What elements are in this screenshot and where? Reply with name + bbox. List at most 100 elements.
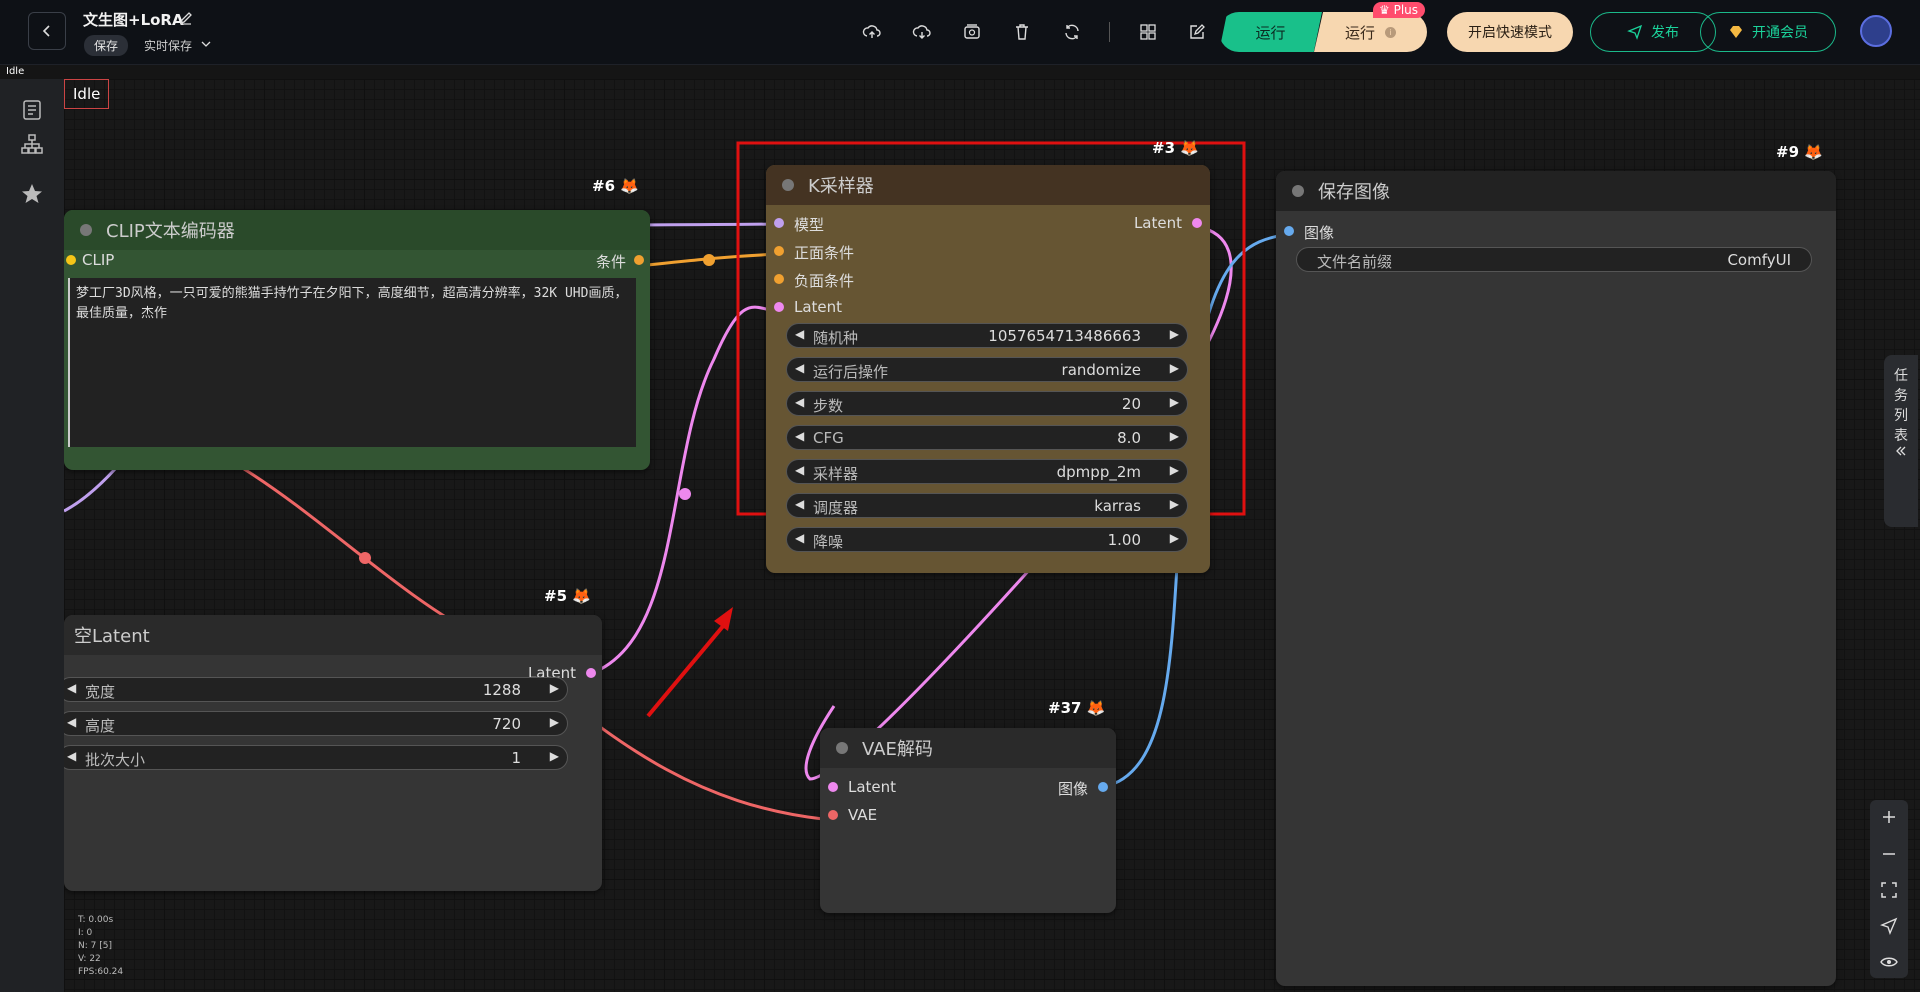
zoom-in-icon[interactable]: [1880, 808, 1898, 826]
navigate-icon[interactable]: [1880, 917, 1898, 935]
decrement-arrow-icon[interactable]: ◀: [795, 327, 804, 341]
node-title-text: CLIP文本编码器: [106, 221, 235, 242]
download-cloud-icon[interactable]: [912, 22, 932, 42]
decrement-arrow-icon[interactable]: ◀: [795, 429, 804, 443]
decrement-arrow-icon[interactable]: ◀: [67, 681, 76, 695]
widget-row[interactable]: ◀ 高度 720 ▶: [64, 711, 568, 736]
edit-note-icon[interactable]: [1187, 22, 1207, 42]
increment-arrow-icon[interactable]: ▶: [1170, 429, 1179, 443]
slot-pin[interactable]: [774, 302, 784, 312]
input-slot-model[interactable]: 模型: [774, 214, 824, 235]
output-slot-latent[interactable]: Latent: [1134, 214, 1202, 232]
node-title-clip[interactable]: CLIP文本编码器: [64, 210, 650, 250]
decrement-arrow-icon[interactable]: ◀: [795, 531, 804, 545]
node-title-save[interactable]: 保存图像: [1276, 171, 1836, 211]
decrement-arrow-icon[interactable]: ◀: [795, 361, 804, 375]
zoom-out-icon[interactable]: [1880, 845, 1898, 863]
save-image-node[interactable]: 保存图像 图像 文件名前缀 ComfyUI: [1276, 171, 1836, 986]
increment-arrow-icon[interactable]: ▶: [550, 749, 559, 763]
input-slot-image[interactable]: 图像: [1284, 222, 1334, 243]
slot-pin[interactable]: [828, 782, 838, 792]
widget-row[interactable]: ◀ 采样器 dpmpp_2m ▶: [786, 459, 1188, 484]
vae-decode-node[interactable]: VAE解码 Latent VAE 图像: [820, 728, 1116, 913]
slot-label: Latent: [794, 298, 843, 316]
slot-pin[interactable]: [634, 255, 644, 265]
widget-row[interactable]: ◀ 降噪 1.00 ▶: [786, 527, 1188, 552]
increment-arrow-icon[interactable]: ▶: [1170, 497, 1179, 511]
widget-row[interactable]: ◀ CFG 8.0 ▶: [786, 425, 1188, 450]
input-slot-vae[interactable]: VAE: [828, 806, 877, 824]
slot-pin[interactable]: [774, 274, 784, 284]
clip-text-encode-node[interactable]: CLIP文本编码器 CLIP 条件 梦工厂3D风格，一只可爱的熊猫手持竹子在夕阳…: [64, 210, 650, 470]
slot-pin[interactable]: [774, 246, 784, 256]
widget-row[interactable]: ◀ 步数 20 ▶: [786, 391, 1188, 416]
decrement-arrow-icon[interactable]: ◀: [67, 749, 76, 763]
user-avatar[interactable]: [1860, 15, 1892, 47]
node-collapse-dot[interactable]: [782, 179, 794, 191]
increment-arrow-icon[interactable]: ▶: [1170, 463, 1179, 477]
slot-pin[interactable]: [828, 810, 838, 820]
input-slot-negative[interactable]: 负面条件: [774, 270, 854, 291]
node-collapse-dot[interactable]: [1292, 185, 1304, 197]
slot-pin[interactable]: [774, 218, 784, 228]
document-icon[interactable]: [20, 98, 44, 122]
eye-icon[interactable]: [1880, 953, 1898, 971]
chevron-down-icon[interactable]: [200, 38, 212, 50]
save-button[interactable]: 保存: [84, 35, 129, 56]
run-button[interactable]: 运行: [1219, 12, 1322, 52]
slot-pin[interactable]: [586, 668, 596, 678]
trash-icon[interactable]: [1012, 22, 1032, 42]
increment-arrow-icon[interactable]: ▶: [1170, 531, 1179, 545]
widget-row[interactable]: ◀ 运行后操作 randomize ▶: [786, 357, 1188, 382]
increment-arrow-icon[interactable]: ▶: [550, 715, 559, 729]
node-canvas[interactable]: Idle #6 🦊 CLIP文本编码器 CLIP 条件 梦工厂3D风格，一只可爱…: [64, 79, 1920, 992]
fit-view-icon[interactable]: [1880, 881, 1898, 899]
increment-arrow-icon[interactable]: ▶: [550, 681, 559, 695]
input-slot-positive[interactable]: 正面条件: [774, 242, 854, 263]
widget-row[interactable]: ◀ 调度器 karras ▶: [786, 493, 1188, 518]
filename-prefix-widget[interactable]: 文件名前缀 ComfyUI: [1296, 247, 1812, 272]
decrement-arrow-icon[interactable]: ◀: [795, 497, 804, 511]
empty-latent-node[interactable]: 空Latent Latent ◀ 宽度 1288 ▶ ◀ 高度 720 ▶ ◀ 批次大小 1 ▶: [64, 615, 602, 891]
slot-pin[interactable]: [1192, 218, 1202, 228]
node-collapse-dot[interactable]: [80, 224, 92, 236]
back-button[interactable]: [28, 12, 66, 50]
output-slot-conditioning[interactable]: 条件: [596, 251, 644, 272]
star-icon[interactable]: [20, 182, 44, 206]
membership-button[interactable]: 开通会员: [1700, 12, 1836, 52]
widget-row[interactable]: ◀ 宽度 1288 ▶: [64, 677, 568, 702]
slot-pin[interactable]: [1098, 782, 1108, 792]
grid-icon[interactable]: [1138, 22, 1158, 42]
decrement-arrow-icon[interactable]: ◀: [795, 395, 804, 409]
slot-pin[interactable]: [1284, 226, 1294, 236]
prompt-textarea[interactable]: 梦工厂3D风格，一只可爱的熊猫手持竹子在夕阳下，高度细节，超高清分辨率，32K …: [68, 278, 636, 447]
widget-row[interactable]: ◀ 随机种 1057654713486663 ▶: [786, 323, 1188, 348]
run-plus-button[interactable]: 运行 i: [1314, 12, 1427, 52]
node-title-ksampler[interactable]: K采样器: [766, 165, 1210, 205]
node-title-latent[interactable]: 空Latent: [64, 615, 602, 655]
node-title-vae[interactable]: VAE解码: [820, 728, 1116, 768]
increment-arrow-icon[interactable]: ▶: [1170, 327, 1179, 341]
decrement-arrow-icon[interactable]: ◀: [67, 715, 76, 729]
node-collapse-dot[interactable]: [836, 742, 848, 754]
gallery-icon[interactable]: [962, 22, 982, 42]
workflow-tree-icon[interactable]: [20, 132, 44, 156]
quick-mode-button[interactable]: 开启快速模式: [1447, 12, 1573, 52]
output-slot-image[interactable]: 图像: [1058, 778, 1108, 799]
task-list-tab[interactable]: 任 务 列 表: [1884, 355, 1918, 527]
input-slot-latent[interactable]: Latent: [828, 778, 896, 796]
input-slot-clip[interactable]: CLIP: [66, 251, 114, 269]
edit-icon[interactable]: [178, 10, 194, 26]
upload-cloud-icon[interactable]: [862, 22, 882, 42]
increment-arrow-icon[interactable]: ▶: [1170, 361, 1179, 375]
autosave-dropdown[interactable]: 实时保存: [144, 37, 192, 54]
increment-arrow-icon[interactable]: ▶: [1170, 395, 1179, 409]
refresh-icon[interactable]: [1062, 22, 1082, 42]
slot-pin[interactable]: [66, 255, 76, 265]
widget-value: dpmpp_2m: [1056, 463, 1141, 481]
widget-row[interactable]: ◀ 批次大小 1 ▶: [64, 745, 568, 770]
input-slot-latent[interactable]: Latent: [774, 298, 842, 316]
ksampler-node[interactable]: K采样器 模型 正面条件 负面条件 Latent Latent ◀ 随机种 1057…: [766, 165, 1210, 573]
decrement-arrow-icon[interactable]: ◀: [795, 463, 804, 477]
publish-button[interactable]: 发布: [1590, 12, 1716, 52]
